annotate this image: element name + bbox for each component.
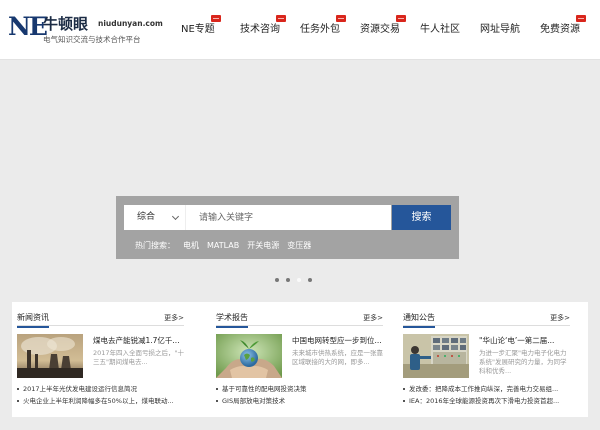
list-item[interactable]: IEA：2016年全球能源投资再次下滑电力投资首超...	[403, 395, 575, 407]
search-button[interactable]: 搜索	[392, 205, 451, 230]
search-category-select[interactable]: 综合	[124, 205, 186, 230]
hot-search-label: 热门搜索：	[135, 241, 175, 250]
section-header: 新闻资讯 更多>	[17, 312, 184, 328]
section-title: 新闻资讯	[17, 312, 49, 328]
academic-list: 基于可靠性的配电网投资决策 GIS局部放电对策技术	[216, 383, 388, 407]
nav-item-url-nav[interactable]: 网址导航	[480, 0, 520, 60]
notice-list: 发改委：把降成本工作推向纵深，完善电力交易组... IEA：2016年全球能源投…	[403, 383, 575, 407]
search-category-label: 综合	[137, 212, 156, 222]
hot-search-term[interactable]: 变压器	[287, 239, 311, 253]
list-item[interactable]: 基于可靠性的配电网投资决策	[216, 383, 388, 395]
hot-search-term[interactable]: MATLAB	[207, 239, 239, 253]
content-panel: 新闻资讯 更多> 煤电去产能锐减1.7亿千... 2017年四入全面亏损之后，"…	[12, 302, 588, 417]
nav-item-label: 网址导航	[480, 24, 520, 35]
carousel-dot[interactable]	[275, 278, 279, 282]
nav-item-label: 任务外包	[300, 24, 340, 35]
featured-summary: 未来城市供热系统，应是一张靠区域联接的大的网，即多...	[292, 349, 383, 366]
section-title: 通知公告	[403, 312, 435, 328]
hot-search-term[interactable]: 开关电源	[247, 239, 279, 253]
list-item[interactable]: GIS局部放电对策技术	[216, 395, 388, 407]
notice-section: 通知公告 更多> "华山论‘电’一第二届... 为进一步汇聚"电力电子化电力系统…	[398, 302, 575, 417]
featured-headline[interactable]: 中国电网转型应一步到位...	[292, 336, 384, 346]
search-input[interactable]	[186, 205, 391, 230]
nav-item-tech-consult[interactable]: 技术咨询	[240, 0, 286, 60]
hot-search-term[interactable]: 电机	[183, 239, 199, 253]
nav-item-ne-topics[interactable]: NE专题	[181, 0, 221, 60]
hot-badge-icon	[396, 15, 406, 22]
nav-item-resource-trade[interactable]: 资源交易	[360, 0, 406, 60]
logo-name: 牛顿眼	[43, 15, 89, 33]
carousel-dot[interactable]	[297, 278, 301, 282]
search-field: 综合	[124, 205, 391, 230]
site-logo[interactable]: NE 牛顿眼 niudunyan.com 电气知识交流与技术合作平台	[8, 12, 163, 48]
featured-headline[interactable]: 煤电去产能锐减1.7亿千...	[93, 336, 185, 346]
nav-item-label: 牛人社区	[420, 24, 460, 35]
control-room-photo[interactable]	[403, 334, 469, 378]
featured-summary: 为进一步汇聚"电力电子化电力系统"发展研究的力量，为同学科和优秀...	[479, 349, 567, 375]
hot-badge-icon	[276, 15, 286, 22]
more-link[interactable]: 更多>	[363, 312, 383, 324]
academic-section: 学术报告 更多> 中国电网转型应一步到位... 未来城市供热系统，应是一张靠区域…	[211, 302, 388, 417]
nav-item-label: NE专题	[181, 24, 215, 35]
nav-item-label: 技术咨询	[240, 24, 280, 35]
site-header: NE 牛顿眼 niudunyan.com 电气知识交流与技术合作平台 NE专题 …	[0, 0, 600, 60]
nav-item-free-resources[interactable]: 免费资源	[540, 0, 586, 60]
more-link[interactable]: 更多>	[164, 312, 184, 324]
power-plant-photo[interactable]	[17, 334, 83, 378]
search-panel: 综合 搜索 热门搜索： 电机 MATLAB 开关电源变压器	[116, 196, 459, 259]
hot-badge-icon	[210, 15, 221, 22]
carousel-dots	[275, 278, 325, 284]
logo-slogan: 电气知识交流与技术合作平台	[43, 35, 141, 44]
section-title: 学术报告	[216, 312, 248, 328]
carousel-dot[interactable]	[308, 278, 312, 282]
nav-item-label: 资源交易	[360, 24, 400, 35]
news-list: 2017上半年光伏发电建设运行信息简况 火电企业上半年利润降幅多在50%以上，煤…	[17, 383, 189, 407]
plant-globe-photo[interactable]	[216, 334, 282, 378]
logo-domain: niudunyan.com	[98, 19, 163, 28]
hot-searches: 热门搜索： 电机 MATLAB 开关电源 变压器	[135, 239, 319, 253]
list-item[interactable]: 火电企业上半年利润降幅多在50%以上，煤电联动...	[17, 395, 189, 407]
main-nav: NE专题 技术咨询 任务外包 资源交易 牛人社区 网址导航 免费资源	[172, 0, 597, 60]
nav-item-outsourcing[interactable]: 任务外包	[300, 0, 346, 60]
featured-summary: 2017年四入全面亏损之后，"十三五"期间煤电去...	[93, 349, 185, 366]
hot-badge-icon	[576, 15, 586, 22]
list-item[interactable]: 发改委：把降成本工作推向纵深，完善电力交易组...	[403, 383, 575, 395]
news-section: 新闻资讯 更多> 煤电去产能锐减1.7亿千... 2017年四入全面亏损之后，"…	[12, 302, 189, 417]
section-header: 通知公告 更多>	[403, 312, 570, 328]
section-header: 学术报告 更多>	[216, 312, 383, 328]
hot-badge-icon	[336, 15, 346, 22]
chevron-down-icon	[171, 212, 180, 221]
list-item[interactable]: 2017上半年光伏发电建设运行信息简况	[17, 383, 189, 395]
nav-item-label: 免费资源	[540, 24, 580, 35]
nav-item-community[interactable]: 牛人社区	[420, 0, 460, 60]
featured-headline[interactable]: "华山论‘电’一第二届...	[479, 336, 571, 346]
carousel-dot[interactable]	[286, 278, 290, 282]
logo-mark: NE	[8, 12, 48, 41]
more-link[interactable]: 更多>	[550, 312, 570, 324]
